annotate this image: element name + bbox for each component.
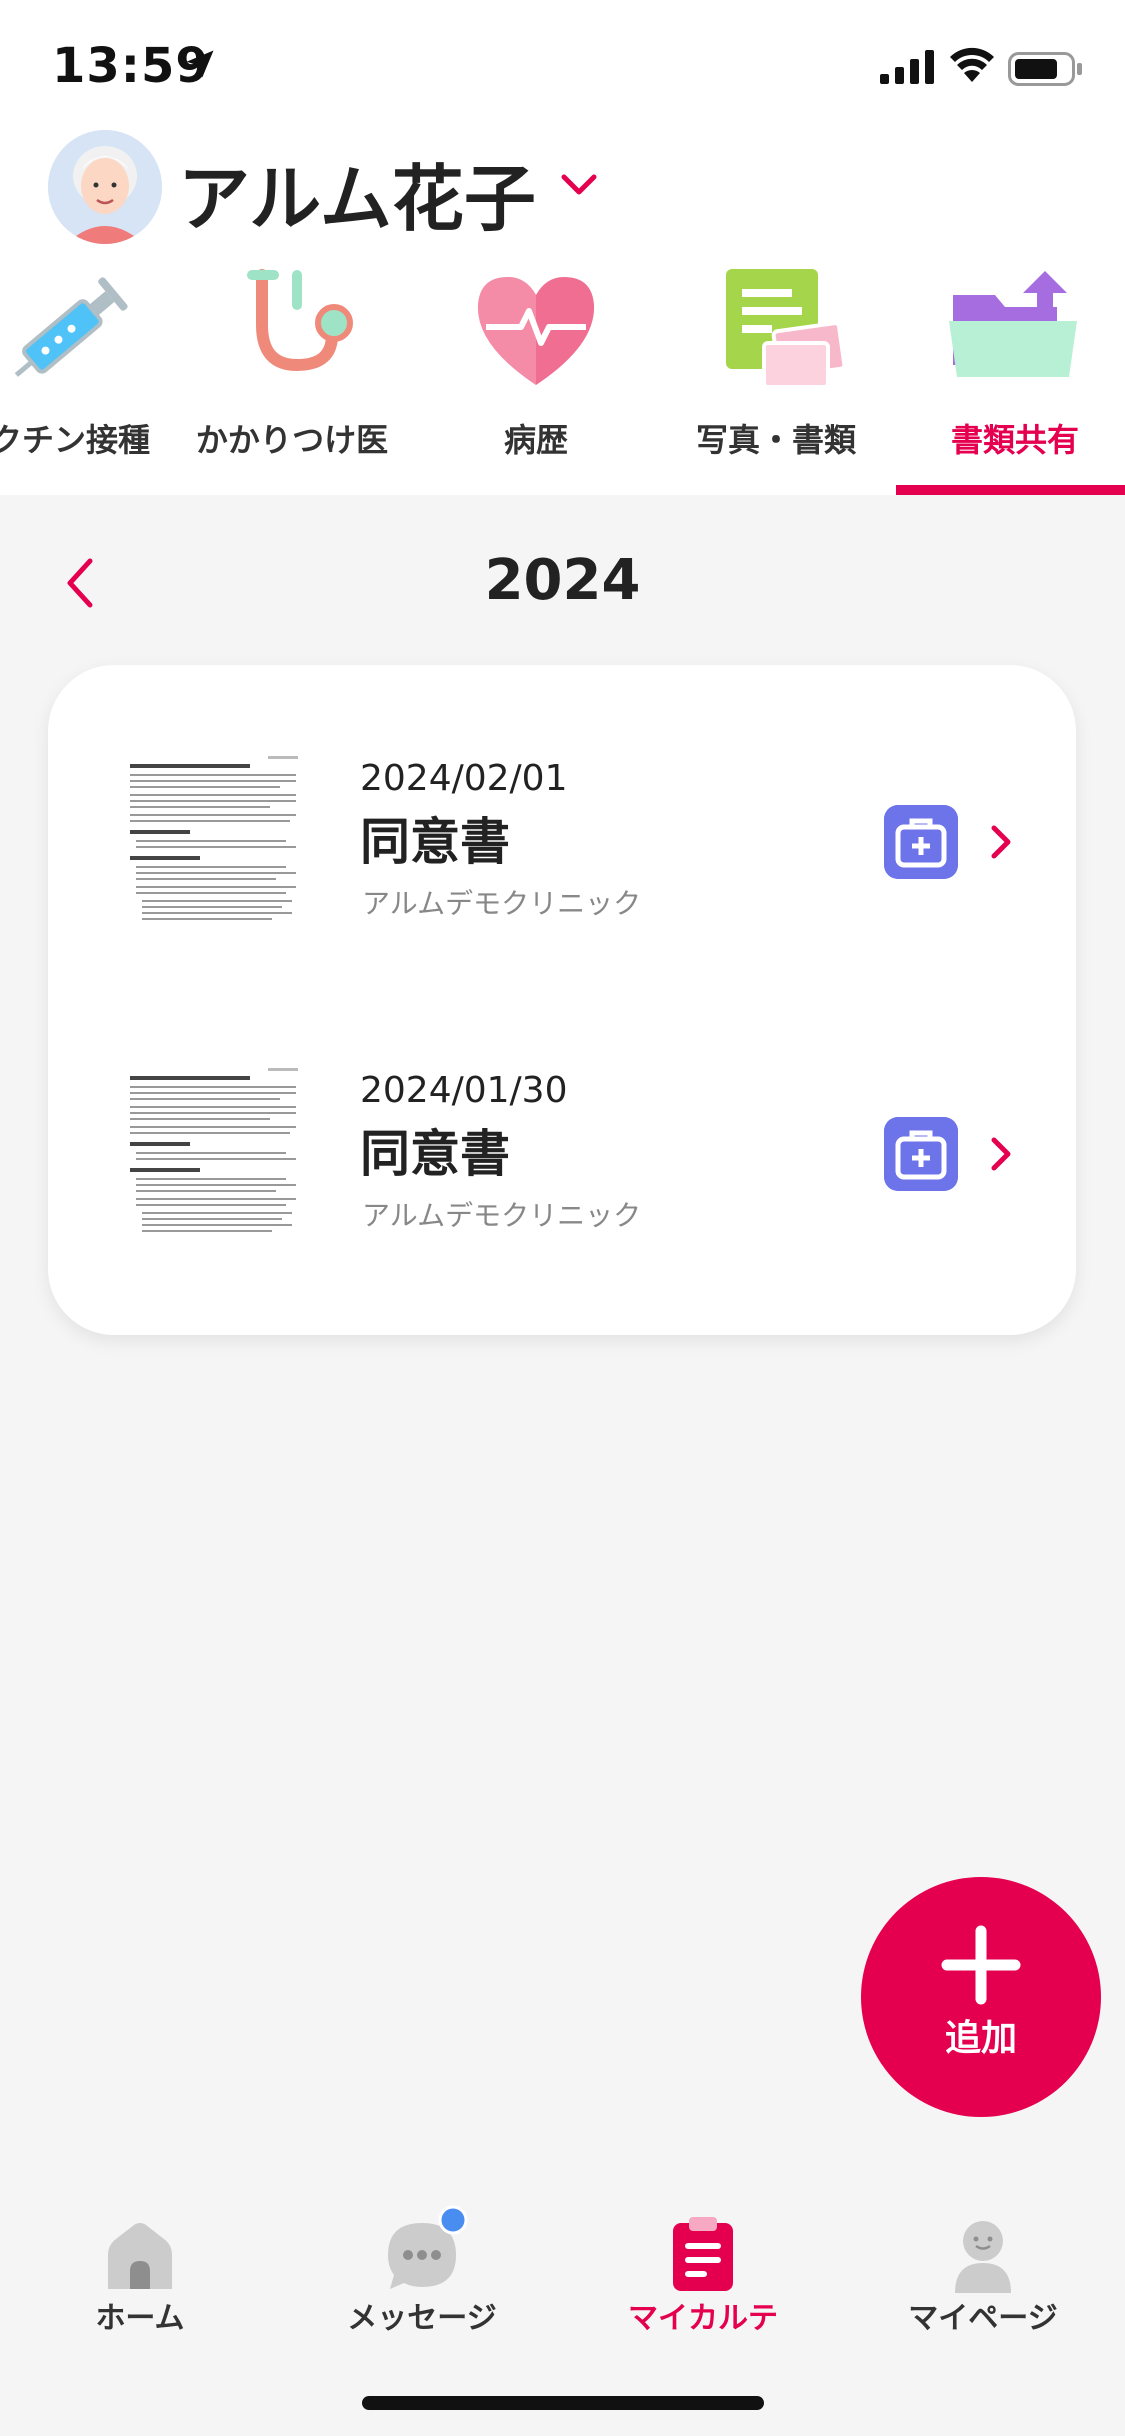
profile-name[interactable]: アルム花子: [178, 140, 536, 245]
year-navigation: 2024: [0, 540, 1125, 630]
tab-vaccination[interactable]: クチン接種: [0, 265, 180, 495]
syringe-icon: [14, 277, 128, 377]
nav-my-records-label: マイカルテ: [628, 2301, 778, 2336]
person-icon: [955, 2221, 1011, 2293]
tab-medical-history-label: 病歴: [503, 421, 568, 459]
document-date: 2024/02/01: [360, 758, 568, 799]
plus-icon: [941, 1925, 1021, 2005]
nav-my-page-label: マイページ: [908, 2301, 1058, 2336]
tab-family-doctor[interactable]: かかりつけ医: [182, 265, 402, 495]
notification-badge: [438, 2205, 468, 2235]
active-tab-indicator: [896, 485, 1125, 495]
document-list: 2024/02/01 同意書 アルムデモクリニック 2024/01/30 同意書…: [48, 665, 1076, 1335]
add-button-label: 追加: [944, 2018, 1017, 2059]
wifi-icon: [950, 47, 994, 82]
year-label: 2024: [484, 548, 641, 613]
medical-record-icon: [673, 2217, 733, 2291]
document-row[interactable]: 2024/01/30 同意書 アルムデモクリニック: [48, 1062, 1076, 1272]
document-title: 同意書: [360, 1125, 510, 1183]
avatar-portrait-icon: [48, 130, 162, 244]
document-clinic: アルムデモクリニック: [362, 887, 642, 920]
add-button[interactable]: 追加: [861, 1877, 1101, 2117]
heart-pulse-icon: [477, 277, 595, 385]
nav-messages[interactable]: メッセージ: [292, 2185, 552, 2336]
tab-photos-documents-label: 写真・書類: [695, 421, 856, 459]
location-arrow-icon: [186, 50, 214, 78]
clinic-medical-bag-icon: [884, 1117, 958, 1191]
document-clinic: アルムデモクリニック: [362, 1199, 642, 1232]
battery-icon: [1008, 52, 1082, 86]
cellular-signal-icon: [880, 50, 934, 84]
nav-my-records[interactable]: マイカルテ: [573, 2185, 833, 2336]
nav-home[interactable]: ホーム: [10, 2185, 270, 2336]
document-date: 2024/01/30: [360, 1070, 568, 1111]
nav-messages-label: メッセージ: [347, 2301, 497, 2336]
status-bar: 13:59: [0, 0, 1125, 130]
chevron-right-icon[interactable]: [988, 1134, 1014, 1174]
document-thumbnail: [118, 1062, 308, 1252]
document-row[interactable]: 2024/02/01 同意書 アルムデモクリニック: [48, 750, 1076, 960]
nav-home-label: ホーム: [95, 2301, 185, 2336]
avatar[interactable]: [48, 130, 162, 244]
tab-document-sharing[interactable]: 書類共有: [905, 265, 1125, 495]
folder-share-icon: [949, 271, 1077, 377]
photo-document-icon: [726, 269, 846, 389]
document-title: 同意書: [360, 813, 510, 871]
nav-my-page[interactable]: マイページ: [853, 2185, 1113, 2336]
stethoscope-icon: [247, 269, 353, 372]
tab-photos-documents[interactable]: 写真・書類: [666, 265, 886, 495]
chevron-down-icon[interactable]: [560, 172, 598, 198]
home-indicator: [362, 2396, 764, 2410]
tab-document-sharing-label: 書類共有: [950, 421, 1079, 459]
screen: 13:59 アルム花子 クチン接種 かかりつけ医 病歴 写真・書類 書類共有 2…: [0, 0, 1125, 2436]
tab-family-doctor-label: かかりつけ医: [195, 421, 389, 459]
chevron-right-icon[interactable]: [988, 822, 1014, 862]
home-icon: [108, 2223, 172, 2289]
tab-vaccination-label: クチン接種: [0, 421, 150, 459]
category-tabs: クチン接種 かかりつけ医 病歴 写真・書類 書類共有: [0, 265, 1125, 495]
header: アルム花子 クチン接種 かかりつけ医 病歴 写真・書類 書類共有: [0, 130, 1125, 495]
clinic-medical-bag-icon: [884, 805, 958, 879]
tab-medical-history[interactable]: 病歴: [426, 265, 646, 495]
document-thumbnail: [118, 750, 308, 940]
